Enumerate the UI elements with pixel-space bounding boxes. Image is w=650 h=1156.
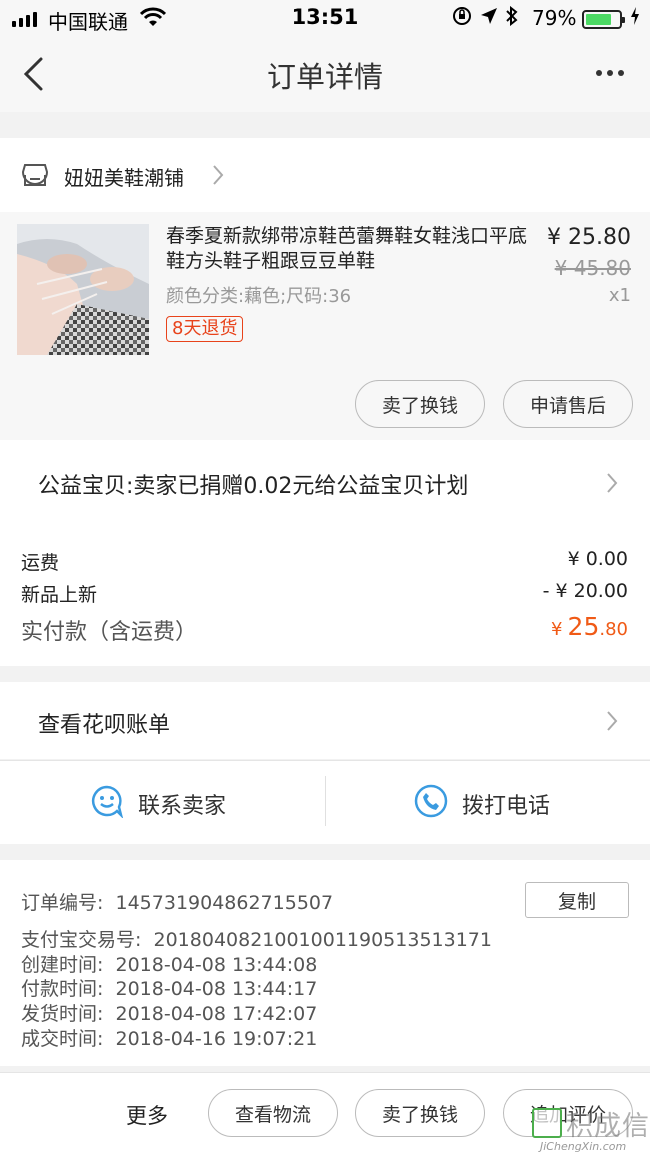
store-name[interactable]: 妞妞美鞋潮铺 (64, 162, 184, 191)
completed-time-row: 成交时间: 2018-04-16 19:07:21 (21, 1024, 317, 1051)
completed-time: 2018-04-16 19:07:21 (115, 1028, 318, 1050)
shipped-time-label: 发货时间: (21, 1003, 104, 1025)
watermark-text: 积成信 (566, 1111, 650, 1142)
return-policy-badge: 8天退货 (166, 316, 244, 342)
product-price: ¥ 25.80 (547, 225, 631, 250)
more-button[interactable]: 更多 (126, 1100, 168, 1130)
completed-time-label: 成交时间: (21, 1028, 104, 1050)
battery-percent: 79% (532, 6, 577, 30)
shipping-label: 运费 (21, 552, 60, 574)
phone-icon (414, 784, 448, 824)
product-title[interactable]: 春季夏新款绑带凉鞋芭蕾舞鞋女鞋浅口平底鞋方头鞋子粗跟豆豆单鞋 (166, 224, 534, 274)
contact-seller-label: 联系卖家 (138, 794, 227, 819)
more-options-icon[interactable] (596, 70, 624, 76)
chevron-right-icon (212, 164, 224, 190)
paid-amount: ¥ 25.80 (551, 612, 628, 641)
contact-seller-button[interactable]: 联系卖家 (90, 784, 226, 824)
page-title: 订单详情 (266, 60, 383, 94)
product-image[interactable] (17, 224, 149, 355)
status-icons (452, 5, 518, 31)
discount-label: 新品上新 (21, 584, 98, 606)
huabei-link[interactable]: 查看花呗账单 (38, 707, 170, 739)
bluetooth-icon (506, 5, 518, 31)
chevron-right-icon (606, 472, 618, 498)
after-sale-button[interactable]: 申请售后 (503, 380, 633, 428)
chat-icon (90, 784, 124, 824)
charging-icon (630, 6, 640, 30)
rotation-lock-icon (452, 6, 472, 31)
paid-time-label: 付款时间: (21, 978, 104, 1000)
store-icon (21, 163, 49, 191)
created-time: 2018-04-08 13:44:08 (115, 954, 318, 976)
charity-text[interactable]: 公益宝贝:卖家已捐赠0.02元给公益宝贝计划 (38, 468, 468, 500)
paid-currency: ¥ (551, 619, 563, 640)
location-icon (480, 7, 498, 30)
sell-button-bottom[interactable]: 卖了换钱 (355, 1089, 485, 1137)
discount-value: - ¥ 20.00 (542, 580, 628, 602)
copy-button[interactable]: 复制 (525, 882, 629, 918)
paid-decimal: .80 (599, 619, 628, 640)
product-quantity: x1 (608, 285, 631, 306)
created-time-label: 创建时间: (21, 954, 104, 976)
original-price: ¥ 45.80 (554, 256, 631, 280)
shipped-time-row: 发货时间: 2018-04-08 17:42:07 (21, 999, 317, 1026)
alipay-number-label: 支付宝交易号: (21, 929, 142, 951)
alipay-number: 2018040821001001190513513171 (153, 929, 492, 951)
view-logistics-button[interactable]: 查看物流 (208, 1089, 338, 1137)
call-label: 拨打电话 (462, 794, 551, 819)
chevron-right-icon (606, 710, 618, 736)
watermark-logo-icon (532, 1108, 562, 1138)
product-spec: 颜色分类:藕色;尺码:36 (166, 286, 352, 307)
paid-integer: 25 (567, 612, 600, 641)
order-number-row: 订单编号: 145731904862715507 (21, 888, 333, 915)
shipping-value: ¥ 0.00 (567, 548, 628, 570)
divider (325, 776, 326, 826)
order-number: 145731904862715507 (115, 892, 334, 914)
sell-button[interactable]: 卖了换钱 (355, 380, 485, 428)
paid-time-row: 付款时间: 2018-04-08 13:44:17 (21, 974, 317, 1001)
paid-label: 实付款（含运费） (21, 620, 198, 645)
shipped-time: 2018-04-08 17:42:07 (115, 1003, 318, 1025)
alipay-number-row: 支付宝交易号: 2018040821001001190513513171 (21, 925, 492, 952)
paid-time: 2018-04-08 13:44:17 (115, 978, 318, 1000)
created-time-row: 创建时间: 2018-04-08 13:44:08 (21, 950, 317, 977)
battery-icon (582, 10, 625, 29)
order-number-label: 订单编号: (21, 892, 104, 914)
watermark-url: JiChengXin.com (540, 1140, 627, 1153)
call-button[interactable]: 拨打电话 (414, 784, 550, 824)
